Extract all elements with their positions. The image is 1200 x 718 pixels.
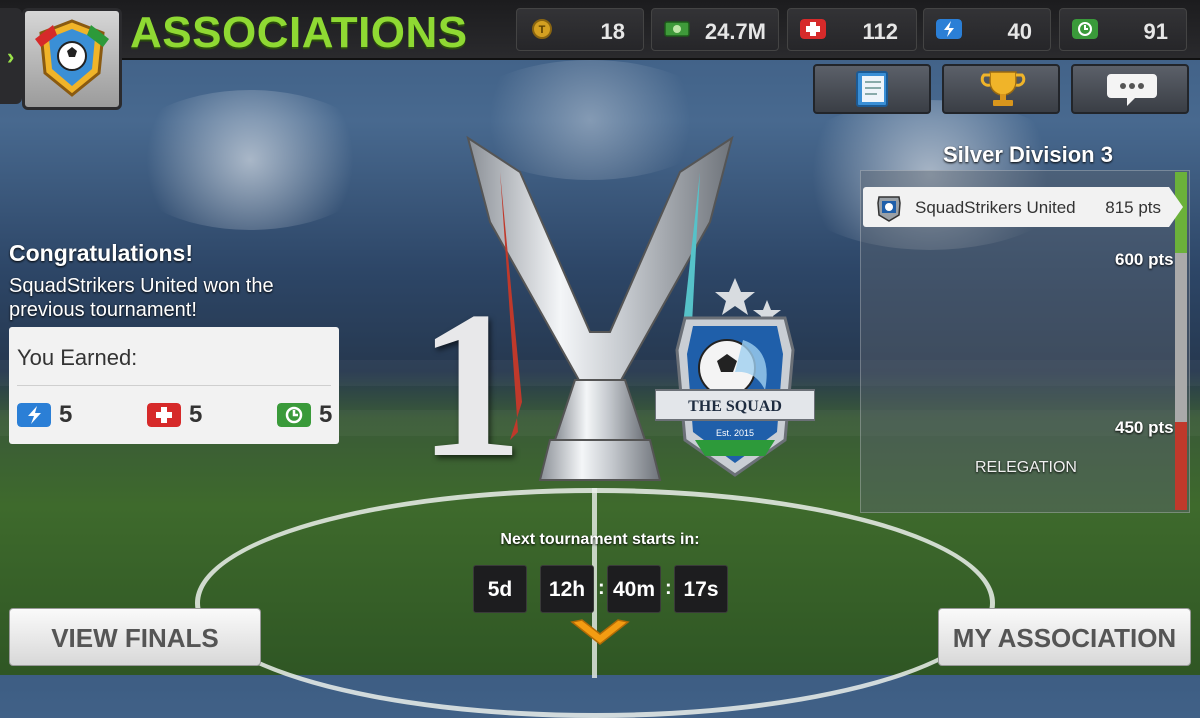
reward-training-value: 5	[319, 401, 333, 428]
stadium-light-glow	[120, 90, 380, 230]
notes-button[interactable]	[813, 64, 931, 114]
resource-tokens[interactable]: T 18	[516, 8, 644, 51]
relegation-threshold: 450 pts	[1115, 418, 1174, 437]
chat-button[interactable]	[1071, 64, 1189, 114]
tournament-winner-message: SquadStrikers United won the previous to…	[9, 275, 274, 321]
resource-health[interactable]: 112	[787, 8, 917, 51]
health-cross-icon	[147, 403, 181, 427]
team-crest-image: THE SQUAD Est. 2015	[655, 278, 815, 477]
hours-value: 12h	[548, 578, 586, 601]
resource-training[interactable]: 91	[1059, 8, 1187, 51]
energy-bolt-icon	[17, 403, 51, 427]
trophy-icon	[980, 71, 1026, 106]
view-finals-label: VIEW FINALS	[51, 623, 219, 653]
resource-energy[interactable]: 40	[923, 8, 1051, 51]
days-value: 5d	[487, 578, 513, 601]
association-badge-icon	[35, 19, 109, 97]
training-refresh-icon	[277, 403, 311, 427]
earned-title: You Earned:	[17, 345, 138, 370]
trophy-button[interactable]	[942, 64, 1060, 114]
promotion-threshold: 600 pts	[1115, 250, 1174, 269]
team-standing-row[interactable]: SquadStrikers United 815 pts	[863, 187, 1183, 227]
seconds-value: 17s	[683, 578, 719, 601]
countdown-days: 5d	[473, 565, 527, 613]
relegation-label: RELEGATION	[975, 459, 1077, 476]
reward-health-value: 5	[189, 401, 203, 428]
svg-text:T: T	[539, 24, 546, 36]
countdown-seconds: 17s	[674, 565, 728, 613]
training-refresh-icon	[1072, 19, 1098, 39]
clipboard-icon	[856, 71, 888, 107]
energy-value: 40	[1007, 19, 1032, 44]
back-arrow-icon: ›	[7, 44, 15, 69]
countdown-separator: :	[598, 577, 605, 599]
chevron-down-icon[interactable]	[570, 618, 630, 648]
countdown-separator: :	[665, 577, 672, 599]
crest-name: THE SQUAD	[688, 398, 782, 415]
resource-money[interactable]: 24.7M	[651, 8, 779, 51]
health-value: 112	[862, 19, 899, 44]
reward-energy-value: 5	[59, 401, 73, 428]
my-association-button[interactable]: MY ASSOCIATION	[938, 608, 1191, 666]
next-tournament-label: Next tournament starts in:	[500, 531, 700, 548]
division-title: Silver Division 3	[943, 142, 1113, 167]
team-name: SquadStrikers United	[915, 198, 1076, 217]
team-crest-mini-icon	[877, 196, 901, 222]
divider	[17, 385, 331, 386]
health-cross-icon	[800, 19, 826, 39]
earned-rewards-panel: You Earned: 5 5 5	[9, 327, 339, 444]
countdown-hours: 12h	[540, 565, 594, 613]
back-button[interactable]: ›	[0, 8, 22, 104]
my-association-label: MY ASSOCIATION	[952, 623, 1177, 653]
view-finals-button[interactable]: VIEW FINALS	[9, 608, 261, 666]
money-value: 24.7M	[704, 19, 766, 44]
energy-bolt-icon	[936, 19, 962, 39]
chat-icon	[1107, 74, 1157, 106]
training-value: 91	[1143, 19, 1168, 44]
crest-established: Est. 2015	[716, 428, 754, 438]
minutes-value: 40m	[612, 578, 656, 601]
cash-icon	[664, 21, 690, 37]
association-badge[interactable]	[22, 8, 122, 110]
tokens-value: 18	[600, 19, 625, 44]
congrats-heading: Congratulations!	[9, 240, 193, 266]
team-points: 815 pts	[1105, 198, 1161, 217]
countdown-minutes: 40m	[607, 565, 661, 613]
page-title: ASSOCIATIONS	[130, 8, 468, 57]
token-coin-icon: T	[532, 19, 552, 39]
